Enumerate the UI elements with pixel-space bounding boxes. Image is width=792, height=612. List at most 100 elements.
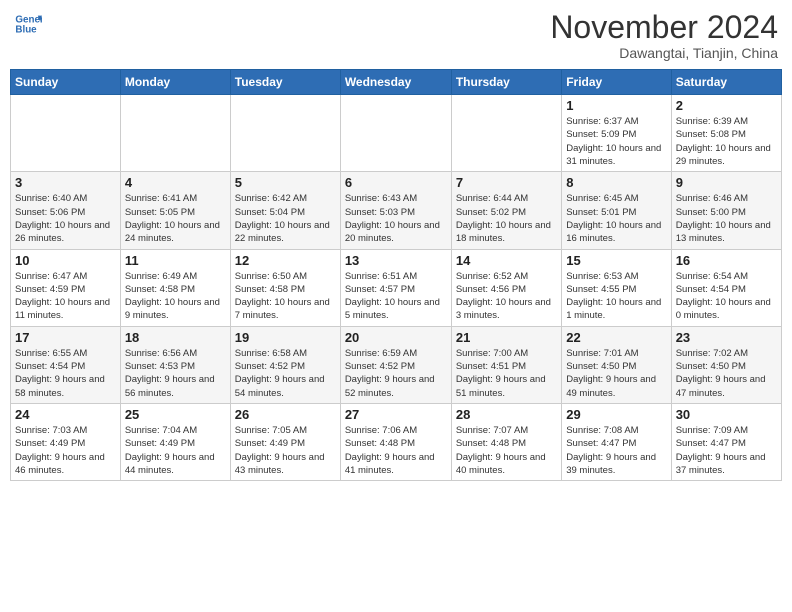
day-number: 27 (345, 407, 447, 422)
day-info: Sunrise: 6:46 AMSunset: 5:00 PMDaylight:… (676, 192, 777, 245)
day-info: Sunrise: 7:00 AMSunset: 4:51 PMDaylight:… (456, 347, 557, 400)
day-info: Sunrise: 6:56 AMSunset: 4:53 PMDaylight:… (125, 347, 226, 400)
day-info: Sunrise: 7:01 AMSunset: 4:50 PMDaylight:… (566, 347, 666, 400)
day-number: 13 (345, 253, 447, 268)
day-number: 7 (456, 175, 557, 190)
day-info: Sunrise: 6:50 AMSunset: 4:58 PMDaylight:… (235, 270, 336, 323)
calendar-day-cell: 24Sunrise: 7:03 AMSunset: 4:49 PMDayligh… (11, 403, 121, 480)
day-number: 25 (125, 407, 226, 422)
day-number: 29 (566, 407, 666, 422)
calendar-day-cell: 4 Sunrise: 6:41 AMSunset: 5:05 PMDaylight… (120, 172, 230, 249)
calendar-day-cell: 5Sunrise: 6:42 AMSunset: 5:04 PMDaylight… (230, 172, 340, 249)
calendar-body: 1Sunrise: 6:37 AMSunset: 5:09 PMDaylight… (11, 95, 782, 481)
day-number: 20 (345, 330, 447, 345)
calendar-day-cell: 30 Sunrise: 7:09 AMSunset: 4:47 PMDayligh… (671, 403, 781, 480)
day-info: Sunrise: 6:41 AMSunset: 5:05 PMDaylight:… (125, 192, 226, 245)
calendar-day-cell: 16 Sunrise: 6:54 AMSunset: 4:54 PMDayligh… (671, 249, 781, 326)
calendar-day-cell: 1Sunrise: 6:37 AMSunset: 5:09 PMDaylight… (562, 95, 671, 172)
day-number: 4 (125, 175, 226, 190)
calendar-day-cell (230, 95, 340, 172)
day-number: 15 (566, 253, 666, 268)
day-info: Sunrise: 6:45 AMSunset: 5:01 PMDaylight:… (566, 192, 666, 245)
weekday-header-cell: Tuesday (230, 70, 340, 95)
calendar-day-cell: 14Sunrise: 6:52 AMSunset: 4:56 PMDayligh… (451, 249, 561, 326)
day-info: Sunrise: 6:44 AMSunset: 5:02 PMDaylight:… (456, 192, 557, 245)
calendar-day-cell: 3 Sunrise: 6:40 AMSunset: 5:06 PMDaylight… (11, 172, 121, 249)
day-number: 21 (456, 330, 557, 345)
day-info: Sunrise: 6:49 AMSunset: 4:58 PMDaylight:… (125, 270, 226, 323)
weekday-header-cell: Sunday (11, 70, 121, 95)
day-info: Sunrise: 7:07 AMSunset: 4:48 PMDaylight:… (456, 424, 557, 477)
day-info: Sunrise: 7:02 AMSunset: 4:50 PMDaylight:… (676, 347, 777, 400)
day-info: Sunrise: 7:05 AMSunset: 4:49 PMDaylight:… (235, 424, 336, 477)
day-number: 14 (456, 253, 557, 268)
calendar-day-cell: 2Sunrise: 6:39 AMSunset: 5:08 PMDaylight… (671, 95, 781, 172)
day-info: Sunrise: 6:51 AMSunset: 4:57 PMDaylight:… (345, 270, 447, 323)
day-info: Sunrise: 6:58 AMSunset: 4:52 PMDaylight:… (235, 347, 336, 400)
day-info: Sunrise: 7:06 AMSunset: 4:48 PMDaylight:… (345, 424, 447, 477)
day-number: 16 (676, 253, 777, 268)
calendar-week-row: 24Sunrise: 7:03 AMSunset: 4:49 PMDayligh… (11, 403, 782, 480)
day-number: 30 (676, 407, 777, 422)
calendar-day-cell (11, 95, 121, 172)
calendar-day-cell: 22 Sunrise: 7:01 AMSunset: 4:50 PMDayligh… (562, 326, 671, 403)
day-number: 11 (125, 253, 226, 268)
calendar-day-cell: 28 Sunrise: 7:07 AMSunset: 4:48 PMDayligh… (451, 403, 561, 480)
calendar-day-cell: 17 Sunrise: 6:55 AMSunset: 4:54 PMDayligh… (11, 326, 121, 403)
day-number: 6 (345, 175, 447, 190)
logo: General Blue (14, 10, 42, 38)
weekday-header-cell: Friday (562, 70, 671, 95)
calendar-day-cell: 13 Sunrise: 6:51 AMSunset: 4:57 PMDayligh… (340, 249, 451, 326)
day-info: Sunrise: 6:40 AMSunset: 5:06 PMDaylight:… (15, 192, 116, 245)
weekday-header-cell: Wednesday (340, 70, 451, 95)
day-number: 2 (676, 98, 777, 113)
day-info: Sunrise: 7:03 AMSunset: 4:49 PMDaylight:… (15, 424, 116, 477)
day-info: Sunrise: 6:43 AMSunset: 5:03 PMDaylight:… (345, 192, 447, 245)
calendar-day-cell: 7 Sunrise: 6:44 AMSunset: 5:02 PMDaylight… (451, 172, 561, 249)
calendar-day-cell: 15Sunrise: 6:53 AMSunset: 4:55 PMDayligh… (562, 249, 671, 326)
day-number: 10 (15, 253, 116, 268)
day-number: 9 (676, 175, 777, 190)
calendar-day-cell: 18 Sunrise: 6:56 AMSunset: 4:53 PMDayligh… (120, 326, 230, 403)
location: Dawangtai, Tianjin, China (550, 45, 778, 61)
day-info: Sunrise: 6:59 AMSunset: 4:52 PMDaylight:… (345, 347, 447, 400)
day-number: 8 (566, 175, 666, 190)
day-info: Sunrise: 6:37 AMSunset: 5:09 PMDaylight:… (566, 115, 666, 168)
weekday-header-cell: Monday (120, 70, 230, 95)
calendar-day-cell: 20 Sunrise: 6:59 AMSunset: 4:52 PMDayligh… (340, 326, 451, 403)
calendar-day-cell: 27 Sunrise: 7:06 AMSunset: 4:48 PMDayligh… (340, 403, 451, 480)
calendar-table: SundayMondayTuesdayWednesdayThursdayFrid… (10, 69, 782, 481)
calendar-day-cell: 11 Sunrise: 6:49 AMSunset: 4:58 PMDayligh… (120, 249, 230, 326)
day-number: 3 (15, 175, 116, 190)
month-title: November 2024 (550, 10, 778, 45)
day-number: 18 (125, 330, 226, 345)
day-info: Sunrise: 7:09 AMSunset: 4:47 PMDaylight:… (676, 424, 777, 477)
calendar-day-cell: 10Sunrise: 6:47 AMSunset: 4:59 PMDayligh… (11, 249, 121, 326)
day-info: Sunrise: 7:08 AMSunset: 4:47 PMDaylight:… (566, 424, 666, 477)
calendar-day-cell: 9 Sunrise: 6:46 AMSunset: 5:00 PMDaylight… (671, 172, 781, 249)
day-number: 26 (235, 407, 336, 422)
calendar-day-cell (451, 95, 561, 172)
day-number: 12 (235, 253, 336, 268)
day-info: Sunrise: 6:54 AMSunset: 4:54 PMDaylight:… (676, 270, 777, 323)
calendar-day-cell: 21 Sunrise: 7:00 AMSunset: 4:51 PMDayligh… (451, 326, 561, 403)
weekday-header-row: SundayMondayTuesdayWednesdayThursdayFrid… (11, 70, 782, 95)
calendar-day-cell: 6 Sunrise: 6:43 AMSunset: 5:03 PMDaylight… (340, 172, 451, 249)
logo-icon: General Blue (14, 10, 42, 38)
calendar-day-cell: 29 Sunrise: 7:08 AMSunset: 4:47 PMDayligh… (562, 403, 671, 480)
calendar-week-row: 1Sunrise: 6:37 AMSunset: 5:09 PMDaylight… (11, 95, 782, 172)
page-header: General Blue November 2024 Dawangtai, Ti… (10, 10, 782, 61)
day-info: Sunrise: 6:55 AMSunset: 4:54 PMDaylight:… (15, 347, 116, 400)
day-number: 28 (456, 407, 557, 422)
day-number: 5 (235, 175, 336, 190)
day-info: Sunrise: 7:04 AMSunset: 4:49 PMDaylight:… (125, 424, 226, 477)
calendar-week-row: 10Sunrise: 6:47 AMSunset: 4:59 PMDayligh… (11, 249, 782, 326)
day-number: 22 (566, 330, 666, 345)
calendar-day-cell (340, 95, 451, 172)
calendar-day-cell: 12 Sunrise: 6:50 AMSunset: 4:58 PMDayligh… (230, 249, 340, 326)
calendar-day-cell: 19Sunrise: 6:58 AMSunset: 4:52 PMDayligh… (230, 326, 340, 403)
day-number: 17 (15, 330, 116, 345)
calendar-day-cell: 25 Sunrise: 7:04 AMSunset: 4:49 PMDayligh… (120, 403, 230, 480)
calendar-day-cell (120, 95, 230, 172)
day-number: 23 (676, 330, 777, 345)
